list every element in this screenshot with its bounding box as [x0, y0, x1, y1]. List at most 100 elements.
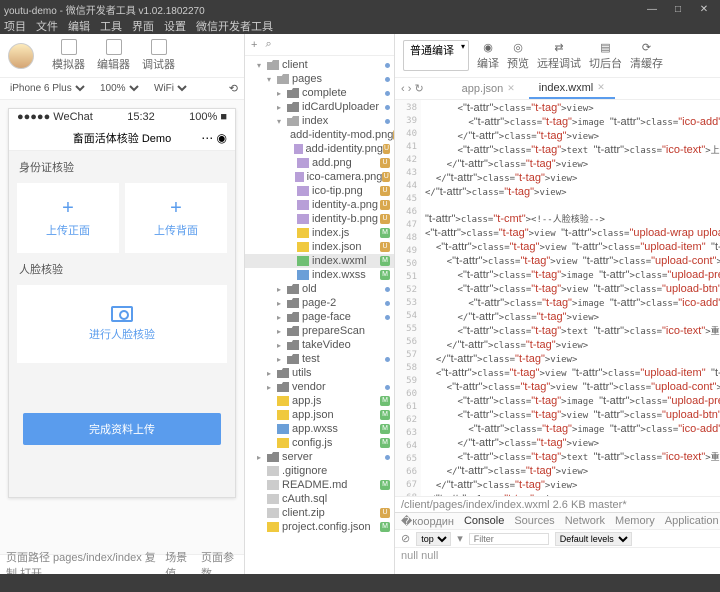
tree-file-add-png[interactable]: add.pngU — [245, 156, 394, 170]
face-action-label: 进行人脸核验 — [89, 326, 155, 342]
tree-folder-test[interactable]: ▸test — [245, 352, 394, 366]
new-file-button[interactable]: + — [251, 39, 257, 51]
tree-file-app-js[interactable]: app.jsM — [245, 394, 394, 408]
menu-ui[interactable]: 界面 — [132, 18, 154, 34]
tree-folder-server[interactable]: ▸server — [245, 450, 394, 464]
tree-file-ico-camera-png[interactable]: ico-camera.pngU — [245, 170, 394, 184]
tree-file-app-wxss[interactable]: app.wxssM — [245, 422, 394, 436]
tree-file-index-wxss[interactable]: index.wxssM — [245, 268, 394, 282]
debugger-toggle[interactable]: 调试器 — [136, 37, 181, 74]
compile-mode-dropdown[interactable]: 普通编译 — [403, 40, 469, 71]
submit-button[interactable]: 完成资料上传 — [23, 413, 221, 445]
tab-app-json[interactable]: app.json✕ — [452, 80, 525, 98]
menu-devtools[interactable]: 微信开发者工具 — [196, 18, 273, 34]
editor-tabs: ‹ › ↻ app.json✕ index.wxml✕ ⋯ — [395, 78, 720, 100]
menu-settings[interactable]: 设置 — [164, 18, 186, 34]
upload-front-box[interactable]: + 上传正面 — [17, 183, 119, 253]
carrier-label: ●●●●● WeChat — [17, 111, 93, 123]
network-select[interactable]: WiFi — [150, 82, 190, 95]
preview-button[interactable]: ◎预览 — [507, 40, 529, 71]
tab-memory[interactable]: Memory — [615, 515, 655, 527]
rotate-icon[interactable]: ⟲ — [229, 82, 238, 95]
scene-value-link[interactable]: 场景值 — [165, 549, 193, 575]
tab-sources[interactable]: Sources — [514, 515, 554, 527]
tab-console[interactable]: Console — [464, 515, 504, 527]
section-face-title: 人脸核验 — [9, 253, 235, 285]
menu-tools[interactable]: 工具 — [100, 18, 122, 34]
remote-debug-button[interactable]: ⇄远程调试 — [537, 40, 581, 71]
tree-folder-pages[interactable]: ▾pages — [245, 72, 394, 86]
inspector-icon[interactable]: �координ — [401, 515, 454, 528]
tree-folder-index[interactable]: ▾index — [245, 114, 394, 128]
tree-folder-old[interactable]: ▸old — [245, 282, 394, 296]
tree-file-client-zip[interactable]: client.zipU — [245, 506, 394, 520]
page-path-text[interactable]: 页面路径 pages/index/index 复制 打开 — [6, 549, 165, 575]
tree-folder-page-face[interactable]: ▸page-face — [245, 310, 394, 324]
line-gutter: 3839404142434445464748495051525354555657… — [395, 100, 421, 496]
editor-toggle[interactable]: 编辑器 — [91, 37, 136, 74]
clear-console-icon[interactable]: ⊘ — [401, 532, 410, 545]
tree-folder-idCardUploader[interactable]: ▸idCardUploader — [245, 100, 394, 114]
phone-content: 身份证核验 + 上传正面 + 上传背面 人脸核验 — [9, 151, 235, 497]
tree-file-config-js[interactable]: config.jsM — [245, 436, 394, 450]
page-path-bar: 页面路径 pages/index/index 复制 打开 场景值 页面参数 — [0, 554, 244, 574]
menu-file[interactable]: 文件 — [36, 18, 58, 34]
code-editor[interactable]: 3839404142434445464748495051525354555657… — [395, 100, 720, 496]
tree-file-ico-tip-png[interactable]: ico-tip.pngU — [245, 184, 394, 198]
page-params-link[interactable]: 页面参数 — [201, 549, 238, 575]
close-button[interactable]: ✕ — [692, 4, 716, 15]
device-select[interactable]: iPhone 6 Plus — [6, 82, 88, 95]
tree-file-README-md[interactable]: README.mdM — [245, 478, 394, 492]
code-content[interactable]: <"t-attr">class="t-tag">view> <"t-attr">… — [421, 100, 720, 496]
tab-network[interactable]: Network — [565, 515, 605, 527]
tab-application[interactable]: Application — [665, 515, 719, 527]
section-id-title: 身份证核验 — [9, 151, 235, 183]
background-button[interactable]: ▤切后台 — [589, 40, 622, 71]
clear-cache-button[interactable]: ⟳清缓存 — [630, 40, 663, 71]
tree-file-add-identity-png[interactable]: add-identity.pngU — [245, 142, 394, 156]
upload-back-box[interactable]: + 上传背面 — [125, 183, 227, 253]
menu-project[interactable]: 项目 — [4, 18, 26, 34]
search-icon[interactable]: ⌕ — [265, 38, 271, 51]
tree-folder-complete[interactable]: ▸complete — [245, 86, 394, 100]
tree-file-add-identity-mod-png[interactable]: add-identity-mod.pngU — [245, 128, 394, 142]
tree-file-app-json[interactable]: app.jsonM — [245, 408, 394, 422]
minimize-button[interactable]: — — [640, 4, 664, 15]
zoom-select[interactable]: 100% — [96, 82, 142, 95]
file-info: /client/pages/index/index.wxml 2.6 KB ma… — [401, 499, 627, 511]
menubar: 项目 文件 编辑 工具 界面 设置 微信开发者工具 — [0, 18, 720, 34]
tree-folder-takeVideo[interactable]: ▸takeVideo — [245, 338, 394, 352]
camera-icon — [111, 306, 133, 322]
tree-file-project-config-json[interactable]: project.config.jsonM — [245, 520, 394, 534]
face-verify-box[interactable]: 进行人脸核验 — [17, 285, 227, 363]
editor-nav-icon[interactable]: ‹ › ↻ — [401, 82, 424, 95]
levels-select[interactable]: Default levels — [555, 532, 632, 546]
compile-button[interactable]: ◉编译 — [477, 40, 499, 71]
tree-file--gitignore[interactable]: .gitignore — [245, 464, 394, 478]
maximize-button[interactable]: □ — [666, 4, 690, 15]
tree-file-identity-b-png[interactable]: identity-b.pngU — [245, 212, 394, 226]
simulator-toggle[interactable]: 模拟器 — [46, 37, 91, 74]
tree-folder-vendor[interactable]: ▸vendor — [245, 380, 394, 394]
tree-file-cAuth-sql[interactable]: cAuth.sql — [245, 492, 394, 506]
tree-folder-prepareScan[interactable]: ▸prepareScan — [245, 324, 394, 338]
close-icon[interactable]: ✕ — [597, 82, 605, 93]
left-toolbar: 模拟器 编辑器 调试器 — [0, 34, 244, 78]
tree-folder-page-2[interactable]: ▸page-2 — [245, 296, 394, 310]
tree-file-index-js[interactable]: index.jsM — [245, 226, 394, 240]
menu-edit[interactable]: 编辑 — [68, 18, 90, 34]
tab-index-wxml[interactable]: index.wxml✕ — [529, 79, 615, 99]
tree-file-identity-a-png[interactable]: identity-a.pngU — [245, 198, 394, 212]
context-select[interactable]: top — [416, 532, 451, 546]
tree-file-index-wxml[interactable]: index.wxmlM — [245, 254, 394, 268]
tree-file-index-json[interactable]: index.jsonU — [245, 240, 394, 254]
user-avatar[interactable] — [8, 43, 34, 69]
console-output: null null index.js? [sm]:20 — [395, 548, 720, 574]
phone-statusbar: ●●●●● WeChat 15:32 100% ■ — [9, 109, 235, 125]
close-icon[interactable]: ✕ — [507, 83, 515, 94]
file-tree: ▾client▾pages▸complete▸idCardUploader▾in… — [245, 56, 394, 574]
filter-input[interactable] — [469, 533, 549, 545]
capsule-icon[interactable]: ⋯ ◉ — [201, 131, 227, 145]
tree-folder-utils[interactable]: ▸utils — [245, 366, 394, 380]
tree-folder-client[interactable]: ▾client — [245, 58, 394, 72]
